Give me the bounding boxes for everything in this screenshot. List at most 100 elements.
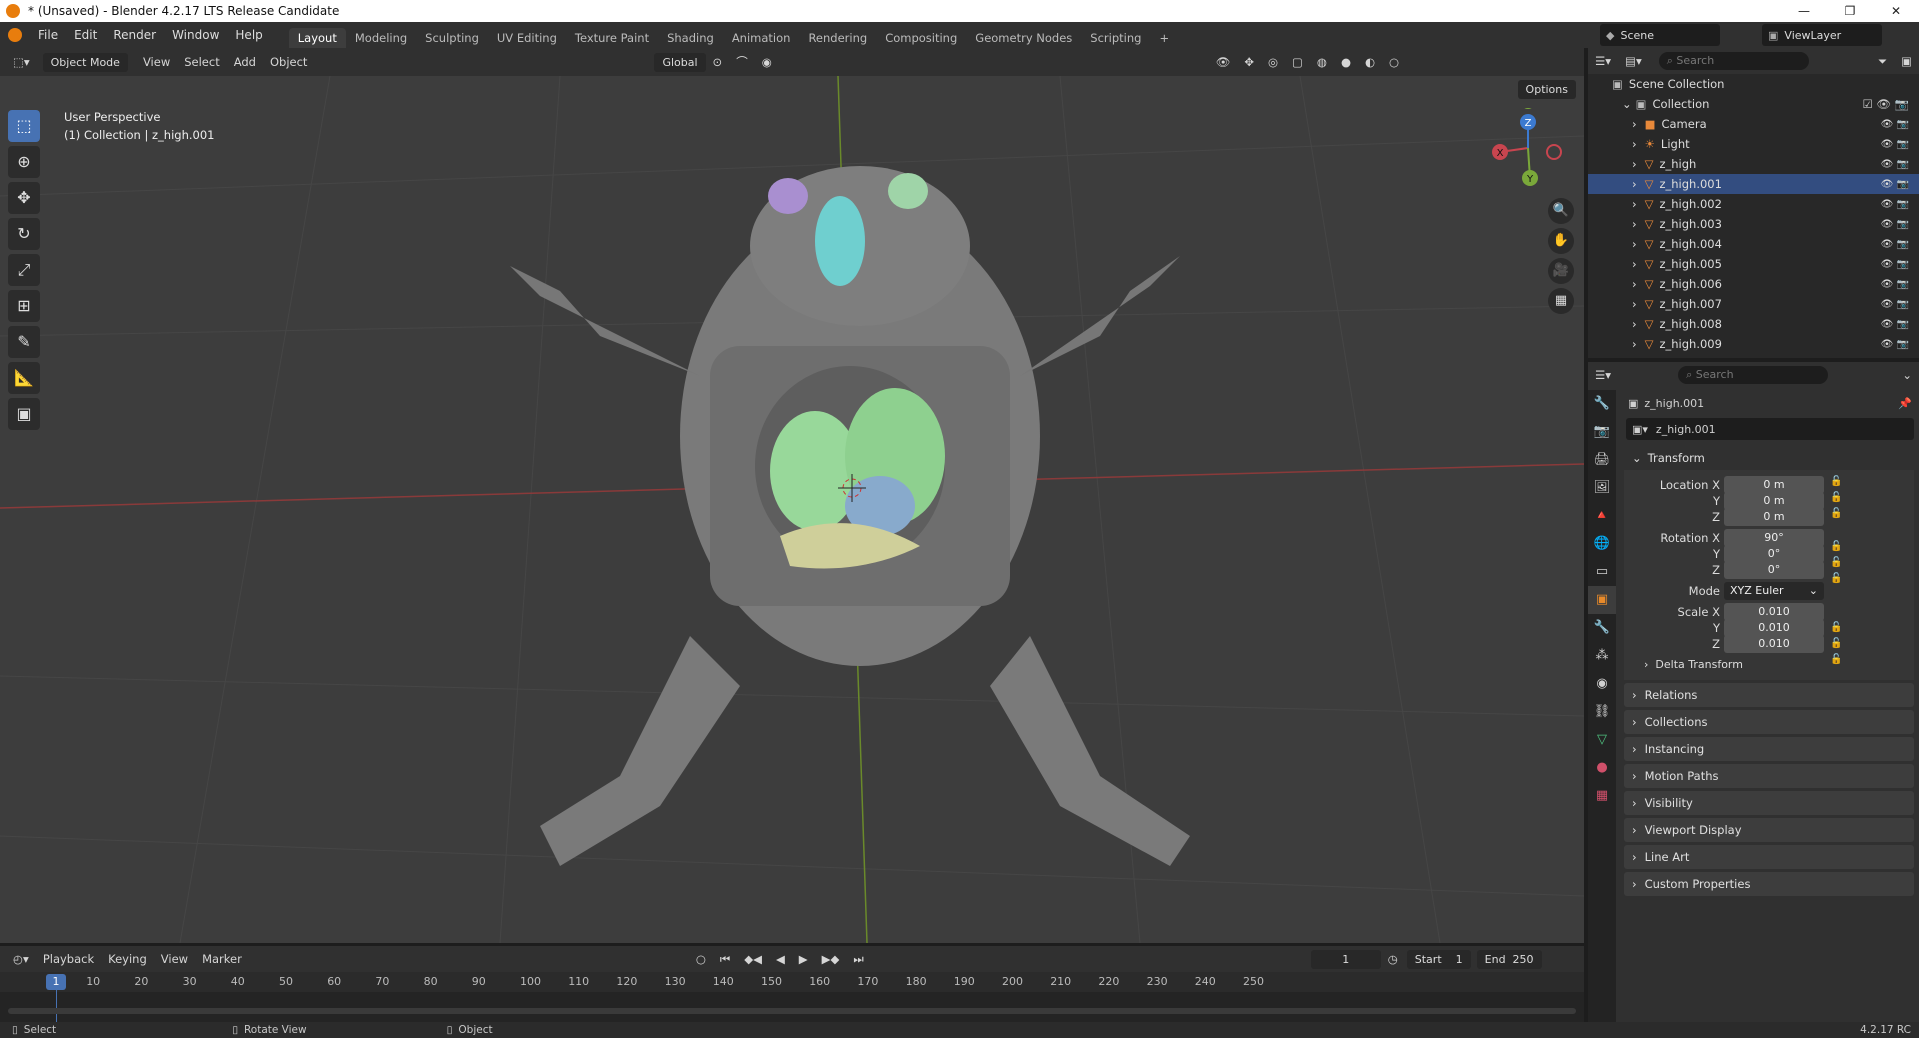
scene-collection-row[interactable]: ▣ Scene Collection	[1588, 74, 1919, 94]
outliner-item[interactable]: › ▽ z_high.005 👁 📷	[1588, 254, 1919, 274]
modifier-tab-icon[interactable]: 🔧	[1588, 614, 1616, 642]
tab-shading[interactable]: Shading	[658, 28, 723, 48]
play-reverse-icon[interactable]: ◀	[769, 950, 792, 968]
expand-chevron-icon[interactable]: ›	[1632, 117, 1637, 131]
expand-chevron-icon[interactable]: ›	[1632, 277, 1637, 291]
visibility-toggle-icons[interactable]: 👁 📷	[1881, 119, 1909, 130]
current-frame-field[interactable]: 1	[1310, 949, 1381, 969]
location-z-field[interactable]: 0 m	[1724, 508, 1824, 526]
tab-compositing[interactable]: Compositing	[876, 28, 966, 48]
panel-visibility[interactable]: › Visibility	[1624, 791, 1914, 815]
next-keyframe-icon[interactable]: ▶◆	[815, 950, 847, 968]
maximize-button[interactable]: ❐	[1827, 0, 1873, 22]
display-mode-icon[interactable]: ▤▾	[1618, 52, 1649, 70]
outliner-editor-icon[interactable]: ☰▾	[1588, 52, 1618, 70]
playhead-frame[interactable]: 1	[46, 974, 66, 990]
expand-chevron-icon[interactable]: ›	[1632, 217, 1637, 231]
collection-tab-icon[interactable]: ▭	[1588, 558, 1616, 586]
outliner-item[interactable]: › ▽ z_high.004 👁 📷	[1588, 234, 1919, 254]
view-layer-selector[interactable]: ▣ ViewLayer	[1762, 24, 1882, 46]
xray-icon[interactable]: ▢	[1285, 53, 1310, 71]
mode-dropdown[interactable]: Object Mode	[42, 52, 128, 72]
timeline-view-menu[interactable]: View	[154, 950, 195, 968]
expand-chevron-icon[interactable]: ›	[1632, 157, 1637, 171]
scene-selector[interactable]: ◆ Scene	[1600, 24, 1720, 46]
navigation-gizmo[interactable]: X Y Z	[1488, 108, 1568, 188]
menu-render[interactable]: Render	[105, 28, 164, 42]
expand-chevron-icon[interactable]: ›	[1632, 257, 1637, 271]
move-tool-icon[interactable]: ✥	[8, 182, 40, 214]
tab-scripting[interactable]: Scripting	[1081, 28, 1150, 48]
tab-layout[interactable]: Layout	[288, 28, 346, 48]
visibility-toggle-icons[interactable]: 👁 📷	[1881, 219, 1909, 230]
start-frame-field[interactable]: Start 1	[1406, 949, 1471, 969]
particles-tab-icon[interactable]: ⁂	[1588, 642, 1616, 670]
outliner-item[interactable]: › ■ Camera 👁 📷	[1588, 114, 1919, 134]
options-dropdown[interactable]: Options	[1517, 80, 1576, 99]
output-tab-icon[interactable]: 🖨	[1588, 446, 1616, 474]
menu-help[interactable]: Help	[227, 28, 270, 42]
physics-tab-icon[interactable]: ◉	[1588, 670, 1616, 698]
panel-motion-paths[interactable]: › Motion Paths	[1624, 764, 1914, 788]
object-menu[interactable]: Object	[263, 53, 314, 71]
expand-chevron-icon[interactable]: ›	[1632, 137, 1637, 151]
visibility-toggle-icons[interactable]: 👁 📷	[1881, 239, 1909, 250]
menu-file[interactable]: File	[30, 28, 66, 42]
outliner-item[interactable]: › ▽ z_high.008 👁 📷	[1588, 314, 1919, 334]
outliner-search-input[interactable]: ⌕ Search	[1658, 52, 1809, 70]
scene-tab-icon[interactable]: 🔺	[1588, 502, 1616, 530]
rotation-mode-dropdown[interactable]: XYZ Euler ⌄	[1724, 582, 1824, 600]
add-cube-tool-icon[interactable]: ▣	[8, 398, 40, 430]
panel-line-art[interactable]: › Line Art	[1624, 845, 1914, 869]
texture-tab-icon[interactable]: ▦	[1588, 782, 1616, 810]
shading-solid-icon[interactable]: ●	[1334, 53, 1358, 71]
shading-rendered-icon[interactable]: ○	[1382, 53, 1406, 71]
overlay-toggle-icon[interactable]: ◎	[1261, 53, 1285, 71]
constraints-tab-icon[interactable]: ⛓	[1588, 698, 1616, 726]
camera-view-icon[interactable]: 🎥	[1548, 258, 1574, 284]
gizmo-toggle-icon[interactable]: ✥	[1237, 53, 1261, 71]
expand-chevron-icon[interactable]: ›	[1632, 177, 1637, 191]
object-datablock-field[interactable]: ▣▾ z_high.001	[1626, 418, 1914, 440]
visibility-toggle-icons[interactable]: 👁 📷	[1881, 139, 1909, 150]
keying-menu[interactable]: Keying	[101, 950, 154, 968]
play-icon[interactable]: ▶	[792, 950, 815, 968]
visibility-toggle-icons[interactable]: 👁 📷	[1881, 339, 1909, 350]
visibility-icon[interactable]: 👁	[1209, 53, 1238, 71]
panel-instancing[interactable]: › Instancing	[1624, 737, 1914, 761]
3d-viewport[interactable]: User Perspective (1) Collection | z_high…	[0, 76, 1584, 943]
rotate-tool-icon[interactable]: ↻	[8, 218, 40, 250]
transform-panel-header[interactable]: ⌄ Transform	[1624, 446, 1914, 470]
visibility-toggle-icons[interactable]: 👁 📷	[1881, 179, 1909, 190]
delta-transform-header[interactable]: › Delta Transform	[1644, 658, 1743, 671]
expand-chevron-icon[interactable]: ›	[1632, 237, 1637, 251]
outliner-item[interactable]: › ▽ z_high.002 👁 📷	[1588, 194, 1919, 214]
properties-search-input[interactable]: ⌕ Search	[1678, 366, 1829, 384]
tab-rendering[interactable]: Rendering	[799, 28, 876, 48]
visibility-toggle-icons[interactable]: 👁 📷	[1881, 319, 1909, 330]
properties-options-icon[interactable]: ⌄	[1895, 366, 1919, 384]
marker-menu[interactable]: Marker	[195, 950, 249, 968]
close-button[interactable]: ✕	[1873, 0, 1919, 22]
zoom-icon[interactable]: 🔍	[1548, 198, 1574, 224]
shading-wireframe-icon[interactable]: ◍	[1310, 53, 1334, 71]
outliner-item[interactable]: › ▽ z_high.001 👁 📷	[1588, 174, 1919, 194]
collection-visibility-icons[interactable]: ☑ 👁 📷	[1862, 97, 1909, 111]
cursor-tool-icon[interactable]: ⊕	[8, 146, 40, 178]
panel-collections[interactable]: › Collections	[1624, 710, 1914, 734]
visibility-toggle-icons[interactable]: 👁 📷	[1881, 159, 1909, 170]
tab-modeling[interactable]: Modeling	[346, 28, 416, 48]
scale-z-field[interactable]: 0.010	[1724, 635, 1824, 653]
pin-icon[interactable]: 📌	[1898, 397, 1912, 410]
world-tab-icon[interactable]: 🌐	[1588, 530, 1616, 558]
jump-start-icon[interactable]: ⏮	[713, 950, 737, 969]
expand-chevron-icon[interactable]: ›	[1632, 197, 1637, 211]
jump-end-icon[interactable]: ⏭	[846, 950, 870, 969]
prev-keyframe-icon[interactable]: ◆◀	[737, 950, 769, 968]
view-layer-tab-icon[interactable]: 🖼	[1588, 474, 1616, 502]
outliner-item[interactable]: › ▽ z_high.006 👁 📷	[1588, 274, 1919, 294]
visibility-toggle-icons[interactable]: 👁 📷	[1881, 199, 1909, 210]
visibility-toggle-icons[interactable]: 👁 📷	[1881, 279, 1909, 290]
object-tab-icon[interactable]: ▣	[1588, 586, 1616, 614]
render-tab-icon[interactable]: 📷	[1588, 418, 1616, 446]
